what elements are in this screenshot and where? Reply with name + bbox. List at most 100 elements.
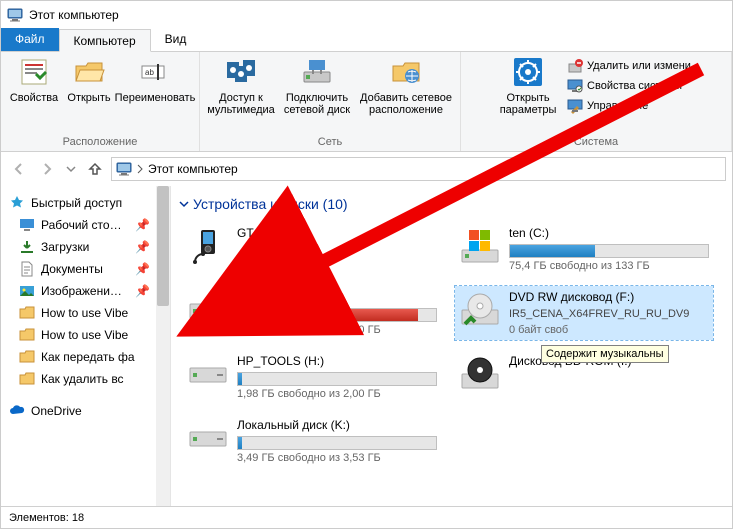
- map-drive-button[interactable]: Подключить сетевой диск: [278, 54, 356, 118]
- downloads-icon: [19, 239, 35, 255]
- sidebar-item-pictures[interactable]: Изображени…📌: [1, 280, 170, 302]
- folder-icon: [19, 305, 35, 321]
- group-location: Свойства Открыть ab Переименовать Распол…: [1, 52, 200, 151]
- scrollbar-thumb[interactable]: [157, 186, 169, 306]
- sidebar-scrollbar[interactable]: [156, 186, 170, 506]
- drive-item[interactable]: HP_TOOLS (H:) 1,98 ГБ свободно из 2,00 Г…: [183, 350, 441, 404]
- addr-computer-icon: [116, 161, 132, 177]
- sidebar: Быстрый доступ Рабочий сто…📌 Загрузки📌 Д…: [1, 186, 171, 506]
- ribbon: Свойства Открыть ab Переименовать Распол…: [1, 52, 732, 152]
- group-system: Открыть параметры Удалить или измени Сво…: [461, 52, 732, 151]
- drive-item[interactable]: DVD RW дисковод (F:) IR5_CENA_X64FREV_RU…: [455, 286, 713, 340]
- breadcrumb-chevron-icon[interactable]: [136, 164, 144, 174]
- status-bar: Элементов: 18: [1, 506, 732, 528]
- pin-icon: 📌: [135, 218, 150, 232]
- map-drive-icon: [301, 56, 333, 88]
- nav-forward-button[interactable]: [35, 157, 59, 181]
- drive-icon: [459, 226, 501, 268]
- open-button[interactable]: Открыть: [63, 54, 115, 118]
- drive-usage-bar: [237, 372, 437, 386]
- sidebar-item-folder[interactable]: Как передать фа: [1, 346, 170, 368]
- drive-item[interactable]: ten (C:) 75,4 ГБ свободно из 133 ГБ: [455, 222, 713, 276]
- address-row: Этот компьютер: [1, 152, 732, 186]
- drive-icon: [187, 290, 229, 332]
- tab-file[interactable]: Файл: [1, 28, 59, 51]
- drive-name: ten (C:): [509, 226, 709, 240]
- sidebar-onedrive[interactable]: OneDrive: [1, 400, 170, 422]
- content-area: Устройства и диски (10) GT-I8160 ten (C:…: [171, 186, 732, 506]
- sidebar-item-documents[interactable]: Документы📌: [1, 258, 170, 280]
- uninstall-change-button[interactable]: Удалить или измени: [563, 56, 695, 76]
- manage-button[interactable]: Управление: [563, 96, 695, 116]
- system-small-buttons: Удалить или измени Свойства системы Упра…: [561, 54, 697, 118]
- settings-icon: [512, 56, 544, 88]
- svg-text:ab: ab: [145, 68, 154, 77]
- drive-name: GT-I8160: [237, 226, 437, 240]
- uninstall-icon: [567, 58, 583, 74]
- add-network-location-button[interactable]: Добавить сетевое расположение: [356, 54, 456, 118]
- media-access-button[interactable]: Доступ к мультимедиа: [204, 54, 278, 118]
- pin-icon: 📌: [135, 262, 150, 276]
- tab-computer[interactable]: Компьютер: [59, 29, 151, 52]
- star-icon: [9, 195, 25, 211]
- folder-icon: [19, 349, 35, 365]
- system-properties-button[interactable]: Свойства системы: [563, 76, 695, 96]
- sidebar-item-folder[interactable]: How to use Vibe: [1, 302, 170, 324]
- drive-item[interactable]: GT-I8160: [183, 222, 441, 276]
- drive-status: 1,98 ГБ свободно из 2,00 ГБ: [237, 388, 437, 400]
- drive-subtitle: IR5_CENA_X64FREV_RU_RU_DV9: [509, 308, 709, 320]
- computer-icon: [7, 7, 23, 23]
- properties-button[interactable]: Свойства: [5, 54, 63, 118]
- group-network: Доступ к мультимедиа Подключить сетевой …: [200, 52, 461, 151]
- open-settings-button[interactable]: Открыть параметры: [495, 54, 561, 118]
- tooltip: Содержит музыкальны: [541, 345, 669, 363]
- pin-icon: 📌: [135, 240, 150, 254]
- drive-icon: [459, 290, 501, 332]
- window-title: Этот компьютер: [29, 8, 119, 22]
- folder-icon: [19, 371, 35, 387]
- drive-name: Локальный диск (K:): [237, 418, 437, 432]
- sidebar-quick-access[interactable]: Быстрый доступ: [1, 192, 170, 214]
- section-devices-and-drives[interactable]: Устройства и диски (10): [179, 192, 724, 222]
- drive-item[interactable]: store (E:) 8,47 ГБ свободно из 95,0 ГБ: [183, 286, 441, 340]
- nav-up-button[interactable]: [83, 157, 107, 181]
- nav-back-button[interactable]: [7, 157, 31, 181]
- manage-icon: [567, 98, 583, 114]
- sidebar-item-folder[interactable]: Как удалить вс: [1, 368, 170, 390]
- drive-item[interactable]: Локальный диск (K:) 3,49 ГБ свободно из …: [183, 414, 441, 468]
- drive-name: store (E:): [237, 290, 437, 304]
- desktop-icon: [19, 217, 35, 233]
- drive-icon: [459, 354, 501, 396]
- open-icon: [73, 56, 105, 88]
- drive-icon: [187, 226, 229, 268]
- drive-status: 3,49 ГБ свободно из 3,53 ГБ: [237, 452, 437, 464]
- drive-status: 8,47 ГБ свободно из 95,0 ГБ: [237, 324, 437, 336]
- sidebar-item-desktop[interactable]: Рабочий сто…📌: [1, 214, 170, 236]
- drive-usage-bar: [509, 244, 709, 258]
- rename-button[interactable]: ab Переименовать: [115, 54, 195, 118]
- rename-icon: ab: [139, 56, 171, 88]
- nav-history-button[interactable]: [63, 157, 79, 181]
- drive-status: 0 байт своб: [509, 324, 709, 336]
- folder-icon: [19, 327, 35, 343]
- sysprops-icon: [567, 78, 583, 94]
- onedrive-icon: [9, 403, 25, 419]
- drive-name: DVD RW дисковод (F:): [509, 290, 709, 304]
- address-bar[interactable]: Этот компьютер: [111, 157, 726, 181]
- drive-name: HP_TOOLS (H:): [237, 354, 437, 368]
- tab-view[interactable]: Вид: [151, 28, 201, 51]
- ribbon-tabs: Файл Компьютер Вид: [1, 29, 732, 52]
- drive-usage-bar: [237, 308, 437, 322]
- drive-usage-bar: [237, 436, 437, 450]
- chevron-down-icon: [179, 199, 189, 209]
- drive-status: 75,4 ГБ свободно из 133 ГБ: [509, 260, 709, 272]
- properties-icon: [18, 56, 50, 88]
- status-item-count: Элементов: 18: [9, 512, 84, 524]
- drive-icon: [187, 354, 229, 396]
- media-icon: [225, 56, 257, 88]
- pictures-icon: [19, 283, 35, 299]
- body: Быстрый доступ Рабочий сто…📌 Загрузки📌 Д…: [1, 186, 732, 506]
- breadcrumb[interactable]: Этот компьютер: [148, 162, 238, 176]
- sidebar-item-folder[interactable]: How to use Vibe: [1, 324, 170, 346]
- sidebar-item-downloads[interactable]: Загрузки📌: [1, 236, 170, 258]
